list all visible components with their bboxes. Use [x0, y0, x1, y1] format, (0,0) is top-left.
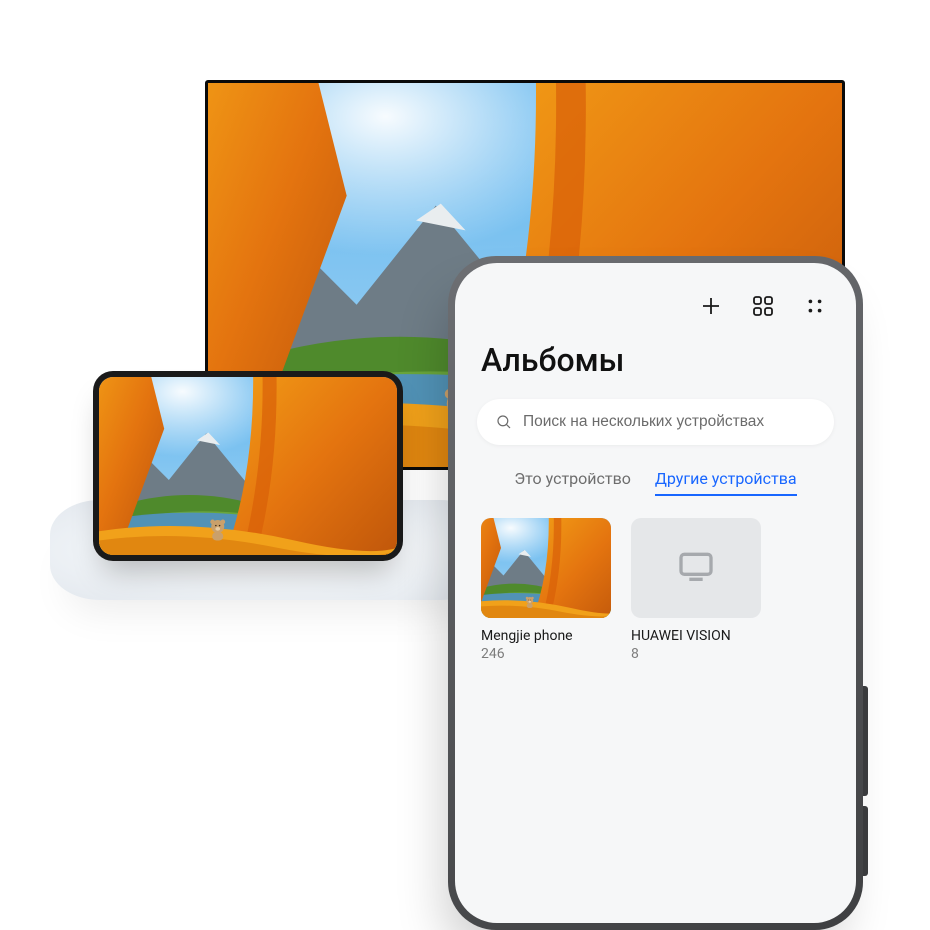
tablet-device [93, 371, 403, 561]
device-thumbnail [481, 518, 611, 618]
more-dots-icon[interactable] [802, 293, 828, 319]
device-name: Mengjie phone [481, 628, 611, 644]
search-bar[interactable] [477, 399, 834, 445]
device-card-phone[interactable]: Mengjie phone 246 [481, 518, 611, 662]
device-name: HUAWEI VISION [631, 628, 761, 644]
phone-screen: Альбомы Это устройство Другие устройства… [455, 263, 856, 923]
device-thumbnail [631, 518, 761, 618]
grid-icon[interactable] [750, 293, 776, 319]
device-grid: Mengjie phone 246 HUAWEI VISION 8 [477, 518, 834, 662]
toolbar [477, 293, 834, 319]
phone-side-button [863, 686, 868, 796]
tv-icon [676, 546, 716, 590]
plus-icon[interactable] [698, 293, 724, 319]
search-icon [495, 413, 513, 431]
phone-side-button [863, 806, 868, 876]
search-input[interactable] [523, 413, 816, 431]
tablet-screen [99, 377, 397, 555]
tab-other-devices[interactable]: Другие устройства [655, 469, 797, 496]
device-count: 8 [631, 646, 761, 662]
device-count: 246 [481, 646, 611, 662]
tab-this-device[interactable]: Это устройство [514, 469, 630, 496]
device-card-tv[interactable]: HUAWEI VISION 8 [631, 518, 761, 662]
tabs: Это устройство Другие устройства [477, 469, 834, 496]
page-title: Альбомы [477, 341, 834, 379]
phone-device: Альбомы Это устройство Другие устройства… [448, 256, 863, 930]
